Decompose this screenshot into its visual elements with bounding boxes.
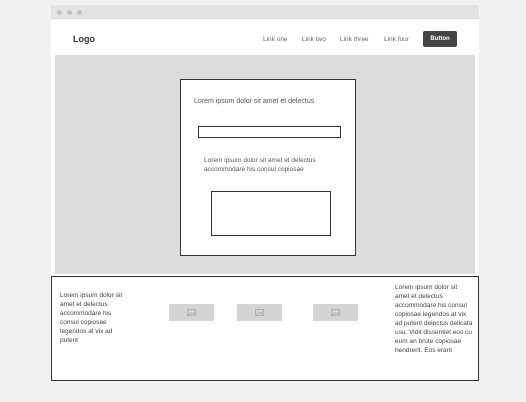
footer-thumbnail-3[interactable] [313,304,358,321]
nav-button[interactable]: Button [423,31,457,47]
hero-section: Lorem ipsum dolor sit amet et delectus L… [55,55,475,274]
card-heading: Lorem ipsum dolor sit amet et delectus [194,98,315,105]
logo[interactable]: Logo [73,34,95,44]
card-body-text: Lorem ipsum dolor sit amet et delectus a… [204,157,316,173]
nav-link-one[interactable]: Link one [263,36,288,43]
footer-right-text: Lorem ipsum dolor sit amet et delectus a… [395,284,473,354]
footer-thumbnail-2[interactable] [237,304,282,321]
nav-link-four[interactable]: Link four [384,36,409,43]
window-maximize-dot[interactable] [77,10,82,15]
footer-left-text: Lorem ipsum dolor sit amet et delectus a… [60,292,123,344]
card-input[interactable] [198,126,341,138]
window-titlebar [51,5,479,19]
image-icon [187,309,196,316]
navbar: Logo Link one Link two Link three Link f… [51,19,479,55]
nav-link-two[interactable]: Link two [302,36,326,43]
card-text-area[interactable] [211,191,331,236]
image-icon [255,309,264,316]
footer-thumbnail-1[interactable] [169,304,214,321]
image-icon [331,309,340,316]
window-minimize-dot[interactable] [67,10,72,15]
nav-link-three[interactable]: Link three [340,36,369,43]
hero-card: Lorem ipsum dolor sit amet et delectus L… [180,79,356,256]
footer: Lorem ipsum dolor sit amet et delectus a… [51,276,479,381]
window-close-dot[interactable] [57,10,62,15]
